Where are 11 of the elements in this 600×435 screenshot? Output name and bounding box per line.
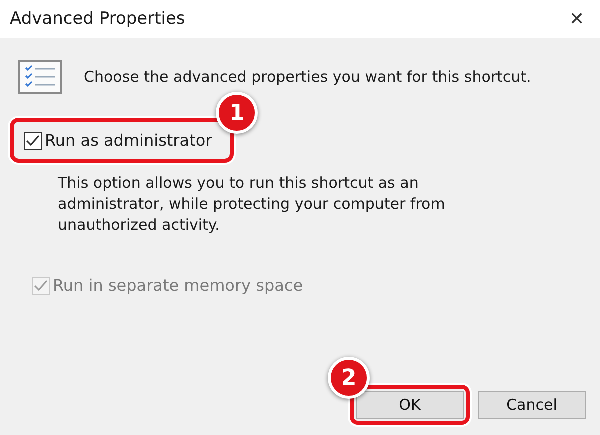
checklist-icon: [18, 60, 62, 94]
close-button[interactable]: ✕: [554, 0, 600, 38]
intro-text: Choose the advanced properties you want for this shortcut.: [84, 68, 532, 86]
dialog-button[interactable]: OK: [356, 391, 464, 419]
checkbox[interactable]: [24, 132, 42, 150]
callout-badge: 2: [328, 357, 370, 399]
checkbox-option[interactable]: Run as administrator: [24, 131, 212, 150]
dialog-button[interactable]: Cancel: [478, 391, 586, 419]
callout-badge: 1: [216, 92, 258, 134]
option-description: This option allows you to run this shortcut as an administrator, while protecting your computer from unauthorized activity.: [58, 173, 446, 236]
window-title: Advanced Properties: [10, 9, 186, 29]
